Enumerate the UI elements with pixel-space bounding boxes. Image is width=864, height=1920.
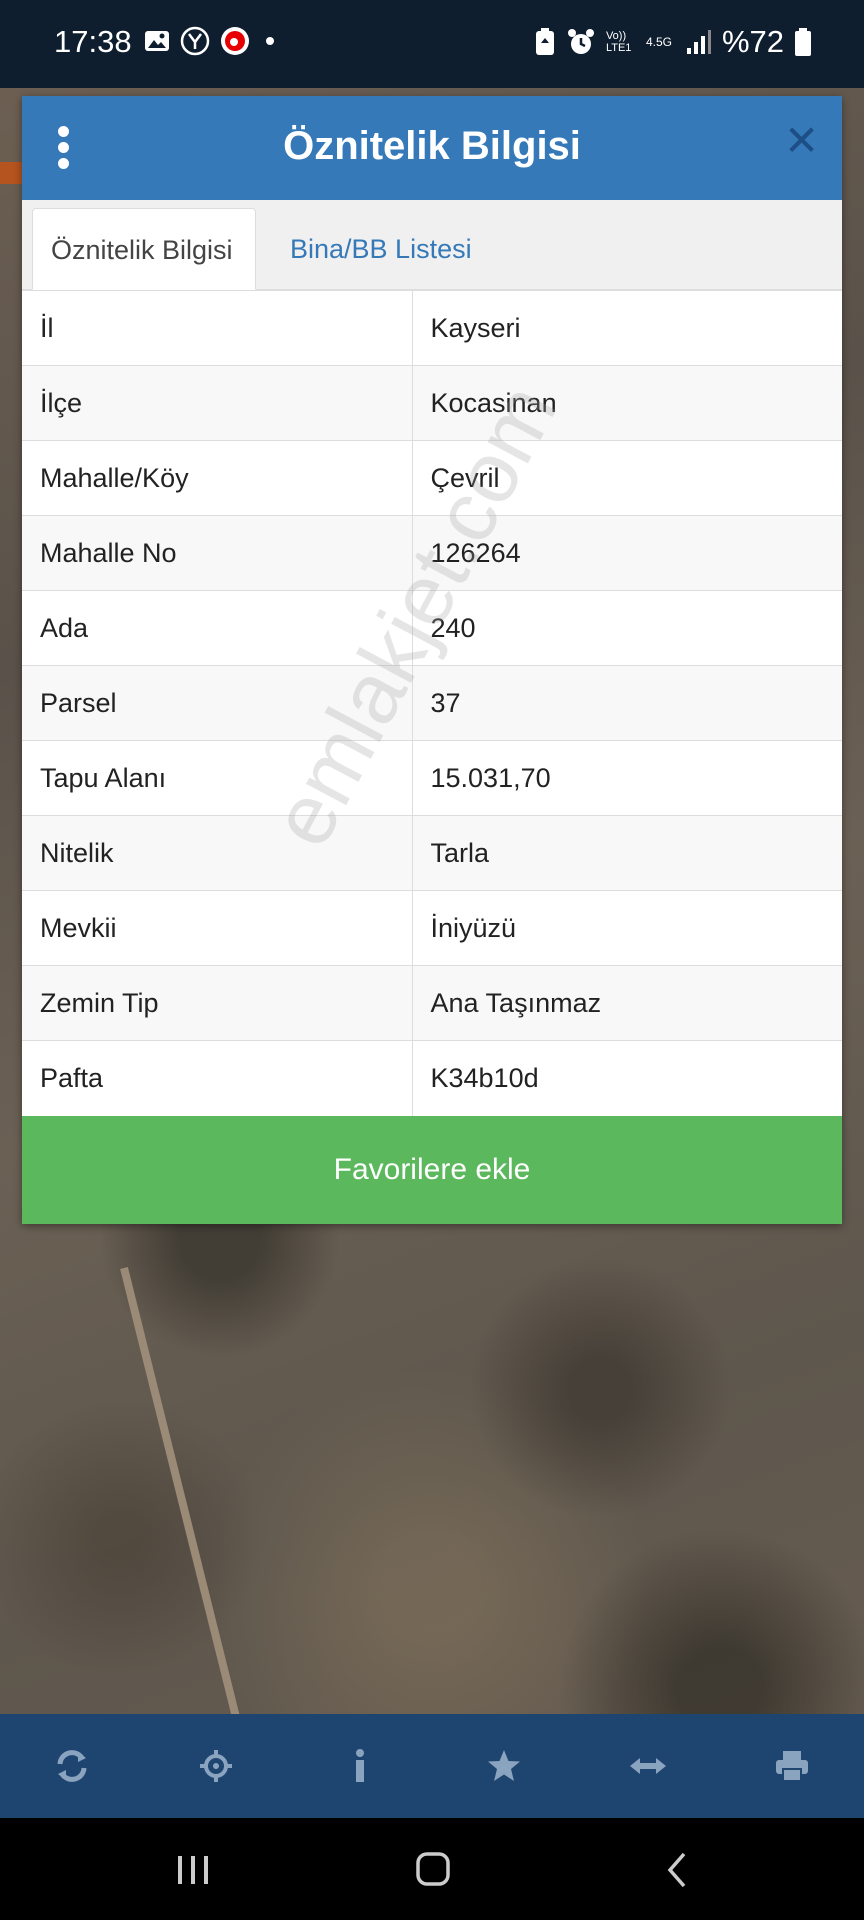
table-row: Mahalle No 126264 (22, 515, 842, 591)
attribute-value: İniyüzü (412, 890, 842, 966)
attribute-value: Ana Taşınmaz (412, 965, 842, 1041)
info-icon (356, 1749, 364, 1782)
attribute-value: 240 (412, 590, 842, 666)
attribute-key: Zemin Tip (22, 965, 413, 1041)
attribute-key: Ada (22, 590, 413, 666)
dialog-header: Öznitelik Bilgisi ✕ (22, 96, 842, 200)
alarm-icon (567, 29, 594, 54)
volte-icon: Vo)) LTE1 (605, 30, 632, 54)
measure-icon (630, 1758, 666, 1774)
attribute-key: İl (22, 290, 413, 366)
status-right-icons: Vo)) LTE1 4.5G %72 (534, 24, 812, 60)
status-left-icons (144, 26, 280, 56)
attribute-table: İl Kayseri İlçe Kocasinan Mahalle/Köy Çevri… (22, 290, 842, 1116)
attribute-key: Pafta (22, 1040, 413, 1116)
table-row: Zemin Tip Ana Taşınmaz (22, 965, 842, 1041)
attribute-key: Parsel (22, 665, 413, 741)
locate-icon (200, 1750, 232, 1782)
star-icon (488, 1750, 520, 1781)
image-icon (145, 31, 169, 51)
attribute-value: 15.031,70 (412, 740, 842, 816)
attribute-value: Tarla (412, 815, 842, 891)
measure-button[interactable] (613, 1731, 683, 1801)
attribute-key: Nitelik (22, 815, 413, 891)
table-row: Tapu Alanı 15.031,70 (22, 740, 842, 816)
tab-attribute-info[interactable]: Öznitelik Bilgisi (32, 208, 256, 290)
locate-button[interactable] (181, 1731, 251, 1801)
table-row: Mevkii İniyüzü (22, 890, 842, 966)
attribute-key: Mevkii (22, 890, 413, 966)
vodafone-icon (221, 27, 249, 55)
add-to-favorites-button[interactable]: Favorilere ekle (22, 1116, 842, 1224)
back-icon[interactable] (652, 1848, 702, 1892)
attribute-value: K34b10d (412, 1040, 842, 1116)
attribute-value: 37 (412, 665, 842, 741)
favorites-button[interactable] (469, 1731, 539, 1801)
print-button[interactable] (757, 1731, 827, 1801)
tab-building-list[interactable]: Bina/BB Listesi (272, 208, 490, 290)
print-icon (776, 1751, 808, 1782)
status-bar: 17:38 Vo)) LTE1 4.5G %72 (0, 0, 864, 88)
attribute-key: Mahalle/Köy (22, 440, 413, 516)
battery-icon (795, 28, 811, 56)
table-row: İlçe Kocasinan (22, 365, 842, 441)
attribute-dialog: Öznitelik Bilgisi ✕ Öznitelik Bilgisi Bi… (22, 96, 842, 1224)
refresh-icon (57, 1750, 87, 1782)
home-icon[interactable] (408, 1848, 458, 1892)
attribute-key: İlçe (22, 365, 413, 441)
battery-saver-icon (535, 28, 554, 55)
attribute-value: Kocasinan (412, 365, 842, 441)
close-icon[interactable]: ✕ (784, 120, 819, 162)
y-icon (180, 26, 210, 56)
attribute-value: 126264 (412, 515, 842, 591)
table-row: Mahalle/Köy Çevril (22, 440, 842, 516)
dot-icon (266, 37, 274, 45)
table-row: Pafta K34b10d (22, 1040, 842, 1116)
refresh-button[interactable] (37, 1731, 107, 1801)
table-row: İl Kayseri (22, 290, 842, 366)
bottom-toolbar (0, 1714, 864, 1818)
table-row: Parsel 37 (22, 665, 842, 741)
attribute-value: Kayseri (412, 290, 842, 366)
battery-percent: %72 (721, 24, 784, 59)
attribute-value: Çevril (412, 440, 842, 516)
info-button[interactable] (325, 1731, 395, 1801)
table-row: Nitelik Tarla (22, 815, 842, 891)
network-4g-icon: 4.5G (645, 35, 672, 49)
system-nav-bar (0, 1818, 864, 1920)
attribute-key: Tapu Alanı (22, 740, 413, 816)
status-time: 17:38 (54, 24, 132, 59)
table-row: Ada 240 (22, 590, 842, 666)
recent-apps-icon[interactable] (168, 1848, 218, 1892)
tab-bar: Öznitelik Bilgisi Bina/BB Listesi (22, 200, 842, 290)
dialog-title: Öznitelik Bilgisi (283, 124, 581, 168)
attribute-key: Mahalle No (22, 515, 413, 591)
signal-icon (686, 30, 711, 54)
